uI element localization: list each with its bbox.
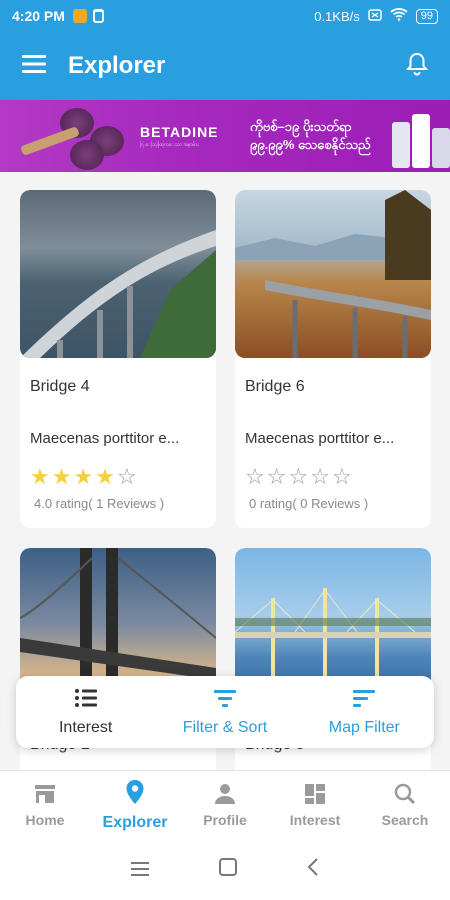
home-square-icon[interactable]	[219, 858, 237, 882]
battery-icon: 99	[415, 8, 438, 24]
nav-home-label: Home	[25, 812, 65, 828]
place-card[interactable]: Bridge 4 Maecenas porttitor e... ★ ★ ★ ★…	[20, 190, 216, 528]
filter-sort-button[interactable]: Filter & Sort	[155, 676, 294, 748]
nav-interest-label: Interest	[289, 812, 341, 828]
banner-flowers-image	[0, 100, 140, 172]
page-title: Explorer	[68, 52, 166, 79]
nav-profile-label: Profile	[203, 812, 247, 828]
sim-icon	[368, 8, 382, 24]
star-empty-icon: ☆	[245, 464, 265, 489]
search-icon	[394, 783, 416, 808]
dashboard-icon	[304, 783, 326, 808]
map-filter-button[interactable]: Map Filter	[295, 676, 434, 748]
map-filter-label: Map Filter	[328, 718, 400, 736]
nav-interest[interactable]: Interest	[270, 771, 360, 840]
nav-search[interactable]: Search	[360, 771, 450, 840]
banner-bottles-image	[390, 100, 450, 172]
place-photo	[235, 190, 431, 358]
interest-button[interactable]: Interest	[16, 676, 155, 748]
banner-promo-text: ကိုဗစ်–၁၉ ပိုးသတ်ရာ ၉၉.၉၉% သေစေနိုင်သည်	[250, 119, 371, 152]
star-filled-icon: ★	[95, 464, 115, 489]
cleaner-icon	[92, 9, 104, 23]
filter-icon	[213, 688, 237, 713]
nav-home[interactable]: Home	[0, 771, 90, 840]
banner-tagline: ဂြ ေသြးထြက္ေသာ အနာမ်ား	[140, 141, 199, 148]
notification-icon	[72, 9, 87, 23]
nav-explorer[interactable]: Explorer	[90, 771, 180, 840]
star-filled-icon: ★	[51, 464, 72, 489]
place-description: Maecenas porttitor e...	[245, 430, 395, 447]
recent-apps-icon[interactable]	[131, 859, 149, 882]
nav-search-label: Search	[381, 812, 429, 828]
star-rating: ★ ★ ★ ★ ☆	[30, 466, 137, 488]
person-icon	[214, 783, 236, 808]
back-icon[interactable]	[307, 858, 319, 882]
system-nav-bar	[0, 840, 450, 900]
notification-bell-icon[interactable]	[405, 52, 429, 81]
location-pin-icon	[125, 779, 145, 810]
star-empty-icon: ☆	[288, 464, 309, 489]
place-name: Bridge 6	[245, 378, 305, 395]
rating-text: 0 rating( 0 Reviews )	[249, 496, 369, 511]
status-time: 4:20 PM	[12, 8, 65, 24]
sort-icon	[352, 688, 376, 713]
star-filled-icon: ★	[73, 464, 94, 489]
place-description: Maecenas porttitor e...	[30, 430, 180, 447]
star-empty-icon: ☆	[266, 464, 287, 489]
place-card[interactable]: Bridge 6 Maecenas porttitor e... ☆ ☆ ☆ ☆…	[235, 190, 431, 528]
filter-panel: Interest Filter & Sort Map Filter	[16, 676, 434, 748]
place-name: Bridge 4	[30, 378, 90, 395]
rating-text: 4.0 rating( 1 Reviews )	[34, 496, 165, 511]
wifi-icon	[390, 8, 408, 24]
menu-icon[interactable]	[22, 54, 46, 78]
banner-brand: BETADINE ဂြ ေသြးထြက္ေသာ အနာမ်ား	[140, 124, 250, 149]
star-empty-icon: ☆	[310, 464, 330, 489]
banner-brand-name: BETADINE	[140, 123, 219, 140]
app-bar: Explorer	[0, 32, 450, 100]
place-photo	[20, 190, 216, 358]
bottom-nav: Home Explorer Profile Interest Search	[0, 770, 450, 840]
nav-profile[interactable]: Profile	[180, 771, 270, 840]
star-filled-icon: ★	[30, 464, 50, 489]
interest-label: Interest	[58, 718, 113, 736]
star-rating: ☆ ☆ ☆ ☆ ☆	[245, 466, 352, 488]
star-empty-icon: ☆	[331, 464, 352, 489]
star-empty-icon: ☆	[116, 464, 137, 489]
filter-sort-label: Filter & Sort	[182, 718, 268, 736]
list-icon	[74, 688, 98, 713]
ad-banner[interactable]: BETADINE ဂြ ေသြးထြက္ေသာ အနာမ်ား ကိုဗစ်–၁…	[0, 100, 450, 172]
nav-explorer-label: Explorer	[102, 814, 168, 831]
network-speed: 0.1KB/s	[314, 8, 360, 24]
store-icon	[33, 783, 57, 808]
status-bar: 4:20 PM 0.1KB/s 99	[0, 0, 450, 32]
